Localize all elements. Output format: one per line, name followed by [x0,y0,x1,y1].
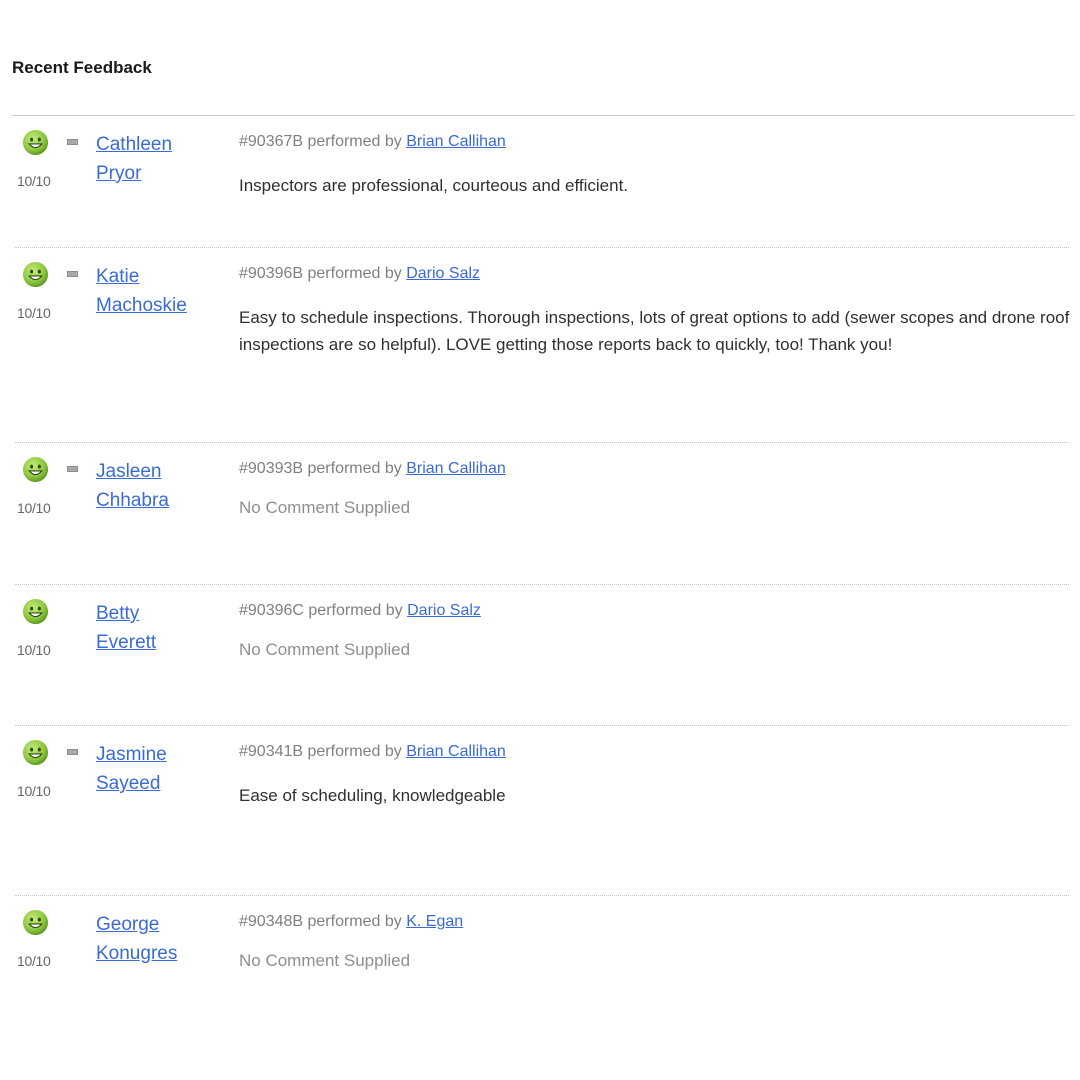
customer-first-name: Jasleen [96,461,162,482]
customer-first-name: Katie [96,266,140,287]
job-number: #90348B performed by [239,913,407,930]
job-reference: #90396C performed by Dario Salz [239,602,481,620]
score-value: 10/10 [17,783,51,799]
customer-last-name: Pryor [96,163,142,184]
inspector-link[interactable]: Brian Callihan [406,133,506,150]
score-value: 10/10 [17,500,51,516]
score-value: 10/10 [17,953,51,969]
customer-name-link[interactable]: Betty Everett [96,599,226,657]
feedback-item: 10/10 Katie Machoskie #90396B performed … [0,248,1080,443]
customer-last-name: Everett [96,632,157,653]
customer-last-name: Sayeed [96,773,161,794]
feedback-comment: Inspectors are professional, courteous a… [239,176,629,195]
customer-last-name: Konugres [96,943,178,964]
happy-face-icon [22,909,49,936]
feedback-item: 10/10 George Konugres #90348B performed … [0,896,1080,1080]
job-number: #90367B performed by [239,133,407,150]
feedback-comment: No Comment Supplied [239,640,411,659]
customer-name-link[interactable]: George Konugres [96,910,226,968]
happy-face-icon [22,598,49,625]
feedback-item: 10/10 Cathleen Pryor #90367B performed b… [0,116,1080,248]
note-flag-icon[interactable] [67,749,78,755]
happy-face-icon [22,261,49,288]
score-value: 10/10 [17,173,51,189]
customer-name-link[interactable]: Katie Machoskie [96,262,226,320]
job-number: #90396B performed by [239,265,407,282]
feedback-item: 10/10 Jasleen Chhabra #90393B performed … [0,443,1080,585]
customer-last-name: Machoskie [96,295,187,316]
job-number: #90396C performed by [239,602,408,619]
feedback-item: 10/10 Betty Everett #90396C performed by… [0,585,1080,726]
section-title: Recent Feedback [12,58,152,77]
score-value: 10/10 [17,305,51,321]
feedback-comment: Ease of scheduling, knowledgeable [239,786,506,805]
note-flag-icon[interactable] [67,139,78,145]
job-reference: #90396B performed by Dario Salz [239,265,480,283]
job-reference: #90393B performed by Brian Callihan [239,460,506,478]
inspector-link[interactable]: Brian Callihan [406,743,506,760]
note-flag-icon[interactable] [67,271,78,277]
job-reference: #90367B performed by Brian Callihan [239,133,506,151]
inspector-link[interactable]: Dario Salz [407,602,481,619]
job-number: #90341B performed by [239,743,407,760]
inspector-link[interactable]: K. Egan [406,913,463,930]
feedback-comment: No Comment Supplied [239,498,411,517]
happy-face-icon [22,456,49,483]
score-value: 10/10 [17,642,51,658]
feedback-comment: No Comment Supplied [239,951,411,970]
customer-first-name: Cathleen [96,134,173,155]
note-flag-icon[interactable] [67,466,78,472]
feedback-list: 10/10 Cathleen Pryor #90367B performed b… [0,116,1080,1080]
inspector-link[interactable]: Brian Callihan [406,460,506,477]
customer-last-name: Chhabra [96,490,169,511]
customer-name-link[interactable]: Jasleen Chhabra [96,457,226,515]
feedback-item: 10/10 Jasmine Sayeed #90341B performed b… [0,726,1080,896]
happy-face-icon [22,129,49,156]
inspector-link[interactable]: Dario Salz [406,265,480,282]
customer-first-name: George [96,914,160,935]
customer-first-name: Betty [96,603,140,624]
customer-first-name: Jasmine [96,744,167,765]
job-number: #90393B performed by [239,460,407,477]
customer-name-link[interactable]: Cathleen Pryor [96,130,226,188]
happy-face-icon [22,739,49,766]
feedback-comment: Easy to schedule inspections. Thorough i… [239,308,1070,354]
job-reference: #90348B performed by K. Egan [239,913,463,931]
job-reference: #90341B performed by Brian Callihan [239,743,506,761]
customer-name-link[interactable]: Jasmine Sayeed [96,740,226,798]
